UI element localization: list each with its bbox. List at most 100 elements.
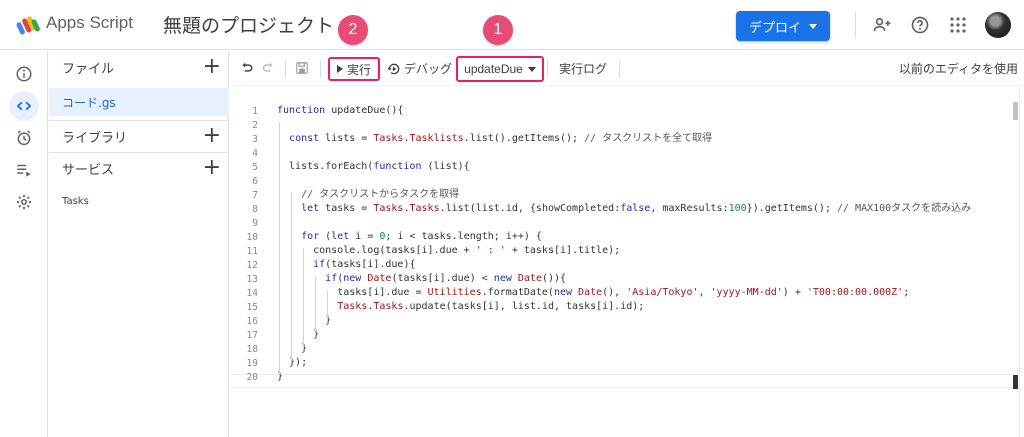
help-icon[interactable] xyxy=(908,13,932,37)
add-file-icon[interactable]: + xyxy=(203,56,221,78)
code-line[interactable]: }); xyxy=(277,356,307,370)
save-icon[interactable] xyxy=(293,59,311,77)
libraries-header: ライブラリ + xyxy=(49,121,229,151)
indent-guide xyxy=(291,192,292,360)
add-service-icon[interactable]: + xyxy=(203,157,221,179)
vertical-scrollbar-track xyxy=(1019,86,1020,437)
toolbar-divider xyxy=(320,60,321,78)
undo-icon[interactable] xyxy=(238,59,256,77)
line-number: 11 xyxy=(246,246,258,257)
services-header: サービス + xyxy=(49,153,229,183)
file-name: コード.gs xyxy=(62,95,116,110)
indent-guide xyxy=(315,276,316,332)
line-number: 16 xyxy=(246,316,258,327)
line-number: 9 xyxy=(252,218,258,229)
line-number: 3 xyxy=(252,134,258,145)
redo-icon[interactable] xyxy=(259,59,277,77)
execution-log-button[interactable]: 実行ログ xyxy=(559,60,607,77)
apps-grid-icon[interactable] xyxy=(946,13,970,37)
files-label: ファイル xyxy=(62,61,115,77)
line-number: 17 xyxy=(246,330,258,341)
vertical-scrollbar-thumb[interactable] xyxy=(1013,102,1018,120)
code-line[interactable]: console.log(tasks[i].due + ' : ' + tasks… xyxy=(277,244,620,258)
deploy-label: デプロイ xyxy=(748,20,801,36)
code-line[interactable]: let tasks = Tasks.Tasks.list(list.id, {s… xyxy=(277,202,971,216)
service-item-tasks[interactable]: Tasks xyxy=(62,196,89,207)
files-panel: ファイル + コード.gs ライブラリ + サービス + Tasks xyxy=(49,51,229,437)
code-line[interactable]: lists.forEach(function (list){ xyxy=(277,160,470,174)
cursor-position-marker xyxy=(1013,375,1018,389)
line-number: 10 xyxy=(246,232,258,243)
line-number: 20 xyxy=(246,372,258,383)
line-number: 15 xyxy=(246,302,258,313)
deploy-button[interactable]: デプロイ xyxy=(736,11,830,41)
alarm-icon xyxy=(17,130,31,146)
indent-guide xyxy=(279,122,280,374)
chevron-down-icon xyxy=(527,66,536,72)
line-number: 2 xyxy=(252,120,258,131)
code-line[interactable]: function updateDue(){ xyxy=(277,104,403,118)
use-legacy-editor-link[interactable]: 以前のエディタを使用 xyxy=(899,60,1018,77)
settings-nav[interactable] xyxy=(9,187,39,217)
file-item-code-gs[interactable]: コード.gs xyxy=(49,88,229,116)
current-line-highlight xyxy=(230,374,1013,388)
libraries-label: ライブラリ xyxy=(62,130,128,146)
chevron-down-icon xyxy=(809,23,817,29)
code-line[interactable]: if(tasks[i].due){ xyxy=(277,258,415,272)
app-name: Apps Script xyxy=(46,13,133,32)
function-select-value: updateDue xyxy=(464,62,523,76)
executions-nav[interactable] xyxy=(9,155,39,185)
line-number: 6 xyxy=(252,176,258,187)
overview-nav[interactable] xyxy=(9,59,39,89)
line-number: 14 xyxy=(246,288,258,299)
apps-script-logo[interactable] xyxy=(16,13,40,37)
toolbar-divider xyxy=(547,60,548,78)
debug-button[interactable]: デバッグ xyxy=(387,60,452,77)
code-line[interactable]: } xyxy=(277,370,283,384)
code-icon xyxy=(16,101,32,111)
toolbar-divider xyxy=(619,60,620,78)
add-library-icon[interactable]: + xyxy=(203,125,221,147)
navigation-rail xyxy=(0,51,48,437)
executions-icon xyxy=(17,164,31,177)
code-line[interactable]: const lists = Tasks.Tasklists.list().get… xyxy=(277,132,712,146)
line-number: 18 xyxy=(246,344,258,355)
avatar[interactable] xyxy=(985,12,1011,38)
editor-toolbar: 実行 デバッグ updateDue 実行ログ 以前のエディタを使用 xyxy=(230,51,1024,85)
line-number: 13 xyxy=(246,274,258,285)
code-line[interactable]: // タスクリストからタスクを取得 xyxy=(277,188,459,202)
function-select[interactable]: updateDue xyxy=(456,56,544,82)
line-number: 8 xyxy=(252,204,258,215)
toolbar-divider xyxy=(285,60,286,78)
triggers-nav[interactable] xyxy=(9,123,39,153)
line-number: 1 xyxy=(252,106,258,117)
files-header: ファイル + xyxy=(49,52,229,82)
gear-icon xyxy=(16,194,32,210)
line-number: 4 xyxy=(252,148,258,159)
run-button[interactable]: 実行 xyxy=(328,57,380,81)
header-divider xyxy=(855,12,856,38)
annotation-badge-2: 2 xyxy=(338,15,368,45)
run-label: 実行 xyxy=(346,62,371,77)
code-line[interactable]: Tasks.Tasks.update(tasks[i], list.id, ta… xyxy=(277,300,644,314)
debug-icon xyxy=(387,63,400,74)
annotation-badge-1: 1 xyxy=(483,15,513,45)
share-icon[interactable] xyxy=(870,13,894,37)
debug-label: デバッグ xyxy=(404,62,453,76)
code-line[interactable]: if(new Date(tasks[i].due) < new Date()){ xyxy=(277,272,566,286)
code-line[interactable]: tasks[i].due = Utilities.formatDate(new … xyxy=(277,286,909,300)
code-editor[interactable]: 1 2 3 4 5 6 7 8 9 10 11 12 13 14 15 16 17 18 19 20 function… xyxy=(230,85,1024,437)
line-number: 7 xyxy=(252,190,258,201)
indent-guide xyxy=(303,248,304,346)
line-number: 5 xyxy=(252,162,258,173)
code-line[interactable]: } xyxy=(277,328,319,342)
play-icon xyxy=(336,65,343,73)
indent-guide xyxy=(327,290,328,318)
project-title[interactable]: 無題のプロジェクト xyxy=(163,11,334,38)
line-number: 12 xyxy=(246,260,258,271)
code-line[interactable]: for (let i = 0; i < tasks.length; i++) { xyxy=(277,230,542,244)
services-label: サービス xyxy=(62,162,115,178)
info-icon xyxy=(16,66,32,82)
editor-nav[interactable] xyxy=(9,91,39,121)
code-line[interactable]: } xyxy=(277,314,331,328)
